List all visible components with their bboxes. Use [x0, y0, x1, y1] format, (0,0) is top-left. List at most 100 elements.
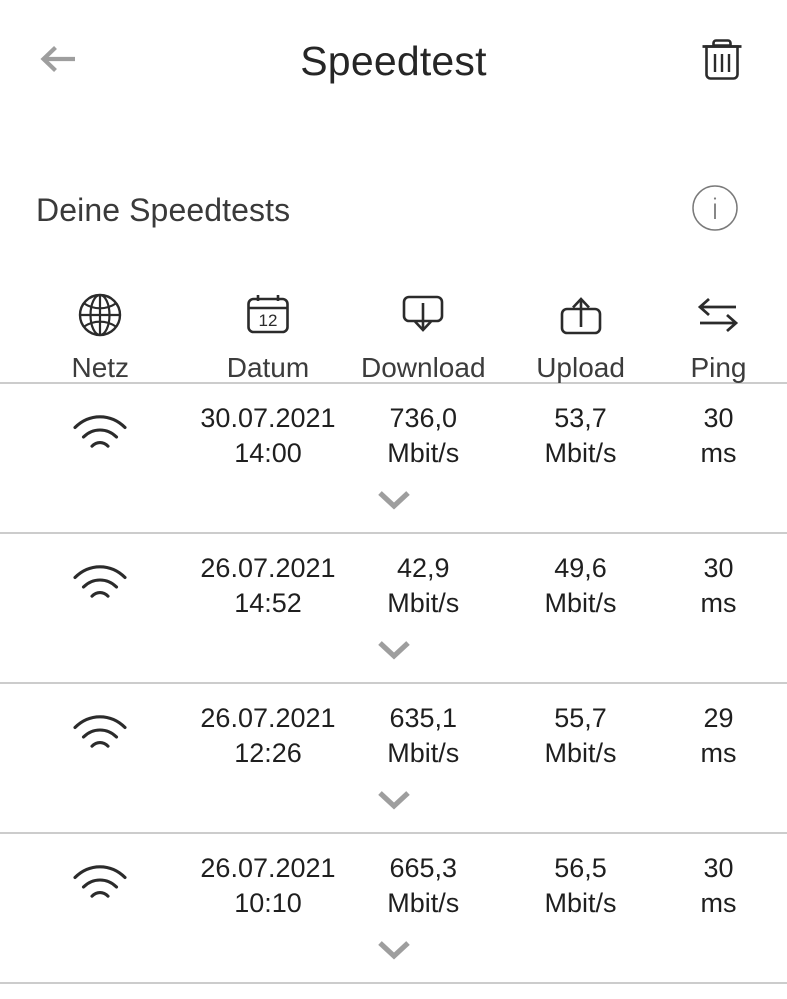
wifi-icon — [69, 410, 131, 462]
column-header-label: Netz — [71, 352, 130, 383]
page-title: Speedtest — [300, 37, 487, 84]
row-upload-unit: Mbit/s — [544, 738, 617, 768]
table-column-headers: Netz 12 Datum Download Upload Ping — [0, 264, 787, 382]
row-ping-unit: ms — [700, 738, 737, 768]
row-date: 26.07.2021 — [200, 553, 336, 584]
wifi-icon — [69, 860, 131, 912]
globe-icon — [75, 288, 125, 342]
row-download-value: 665,3 — [389, 853, 458, 884]
info-button[interactable] — [689, 184, 741, 236]
row-download-unit: Mbit/s — [387, 588, 460, 618]
row-expand-button[interactable] — [6, 938, 781, 982]
row-upload-unit: Mbit/s — [544, 888, 617, 918]
cell-date: 30.07.2021 14:00 — [195, 401, 342, 470]
row-ping-unit: ms — [700, 438, 737, 468]
row-download-value: 635,1 — [389, 703, 458, 734]
row-download-value: 42,9 — [396, 553, 450, 584]
row-expand-button[interactable] — [6, 788, 781, 832]
section-title: Deine Speedtests — [36, 191, 291, 228]
row-time: 14:00 — [234, 438, 302, 468]
delete-all-button[interactable] — [691, 30, 753, 92]
cell-date: 26.07.2021 14:52 — [195, 551, 342, 620]
wifi-icon — [69, 710, 131, 762]
chevron-down-icon — [376, 488, 412, 517]
row-upload-unit: Mbit/s — [544, 438, 617, 468]
table-row-content: 26.07.2021 14:52 42,9 Mbit/s 49,6 Mbit/s… — [6, 534, 781, 638]
row-expand-button[interactable] — [6, 488, 781, 532]
chevron-down-icon — [376, 788, 412, 817]
cell-network — [6, 710, 195, 762]
row-ping-unit: ms — [700, 888, 737, 918]
cell-download: 42,9 Mbit/s — [341, 551, 505, 620]
row-ping-value: 30 — [703, 553, 734, 584]
table-row-content: 26.07.2021 12:26 635,1 Mbit/s 55,7 Mbit/… — [6, 684, 781, 788]
column-header-ping: Ping — [656, 288, 781, 382]
row-time: 10:10 — [234, 888, 302, 918]
row-ping-unit: ms — [700, 588, 737, 618]
section-header: Deine Speedtests — [0, 162, 787, 258]
cell-upload: 53,7 Mbit/s — [505, 401, 656, 470]
table-row[interactable]: 26.07.2021 12:26 635,1 Mbit/s 55,7 Mbit/… — [0, 684, 787, 832]
column-header-netz: Netz — [6, 288, 195, 382]
row-date: 30.07.2021 — [200, 403, 336, 434]
cell-upload: 55,7 Mbit/s — [505, 701, 656, 770]
row-download-value: 736,0 — [389, 403, 458, 434]
cell-upload: 49,6 Mbit/s — [505, 551, 656, 620]
row-ping-value: 30 — [703, 853, 734, 884]
back-button[interactable] — [28, 30, 90, 92]
row-download-unit: Mbit/s — [387, 738, 460, 768]
arrow-left-icon — [35, 35, 83, 88]
cell-download: 635,1 Mbit/s — [341, 701, 505, 770]
cell-network — [6, 560, 195, 612]
column-header-label: Ping — [690, 352, 747, 383]
row-date: 26.07.2021 — [200, 853, 336, 884]
cell-download: 665,3 Mbit/s — [341, 851, 505, 920]
info-circle-icon — [690, 183, 740, 238]
cell-download: 736,0 Mbit/s — [341, 401, 505, 470]
row-upload-value: 49,6 — [554, 553, 607, 584]
row-ping-value: 30 — [703, 403, 734, 434]
table-row[interactable]: 26.07.2021 14:52 42,9 Mbit/s 49,6 Mbit/s… — [0, 534, 787, 682]
wifi-icon — [69, 560, 131, 612]
app-header: Speedtest — [0, 0, 787, 122]
cell-upload: 56,5 Mbit/s — [505, 851, 656, 920]
swap-arrows-icon — [691, 288, 745, 342]
cell-date: 26.07.2021 12:26 — [195, 701, 342, 770]
cell-ping: 30 ms — [656, 851, 781, 920]
column-header-download: Download — [341, 288, 505, 382]
upload-box-icon — [555, 288, 607, 342]
speedtest-history-screen: Speedtest Deine Speedtests Netz 12 Datum… — [0, 0, 787, 999]
row-time: 14:52 — [234, 588, 302, 618]
column-header-label: Upload — [536, 352, 625, 383]
column-header-datum: 12 Datum — [195, 288, 342, 382]
trash-icon — [699, 34, 745, 89]
cell-ping: 30 ms — [656, 401, 781, 470]
table-row[interactable]: 30.07.2021 14:00 736,0 Mbit/s 53,7 Mbit/… — [0, 384, 787, 532]
calendar-icon: 12 — [242, 288, 294, 342]
column-header-upload: Upload — [505, 288, 656, 382]
divider — [0, 982, 787, 984]
chevron-down-icon — [376, 938, 412, 967]
column-header-label: Datum — [226, 352, 310, 383]
row-expand-button[interactable] — [6, 638, 781, 682]
cell-network — [6, 410, 195, 462]
row-download-unit: Mbit/s — [387, 438, 460, 468]
row-ping-value: 29 — [703, 703, 734, 734]
cell-ping: 30 ms — [656, 551, 781, 620]
row-date: 26.07.2021 — [200, 703, 336, 734]
row-upload-value: 56,5 — [554, 853, 607, 884]
cell-ping: 29 ms — [656, 701, 781, 770]
download-box-icon — [397, 288, 449, 342]
cell-network — [6, 860, 195, 912]
column-header-label: Download — [361, 352, 486, 383]
row-upload-unit: Mbit/s — [544, 588, 617, 618]
calendar-day-number: 12 — [259, 311, 278, 330]
table-row-content: 26.07.2021 10:10 665,3 Mbit/s 56,5 Mbit/… — [6, 834, 781, 938]
row-download-unit: Mbit/s — [387, 888, 460, 918]
table-row[interactable]: 26.07.2021 10:10 665,3 Mbit/s 56,5 Mbit/… — [0, 834, 787, 982]
row-time: 12:26 — [234, 738, 302, 768]
chevron-down-icon — [376, 638, 412, 667]
row-upload-value: 53,7 — [554, 403, 607, 434]
cell-date: 26.07.2021 10:10 — [195, 851, 342, 920]
row-upload-value: 55,7 — [554, 703, 607, 734]
